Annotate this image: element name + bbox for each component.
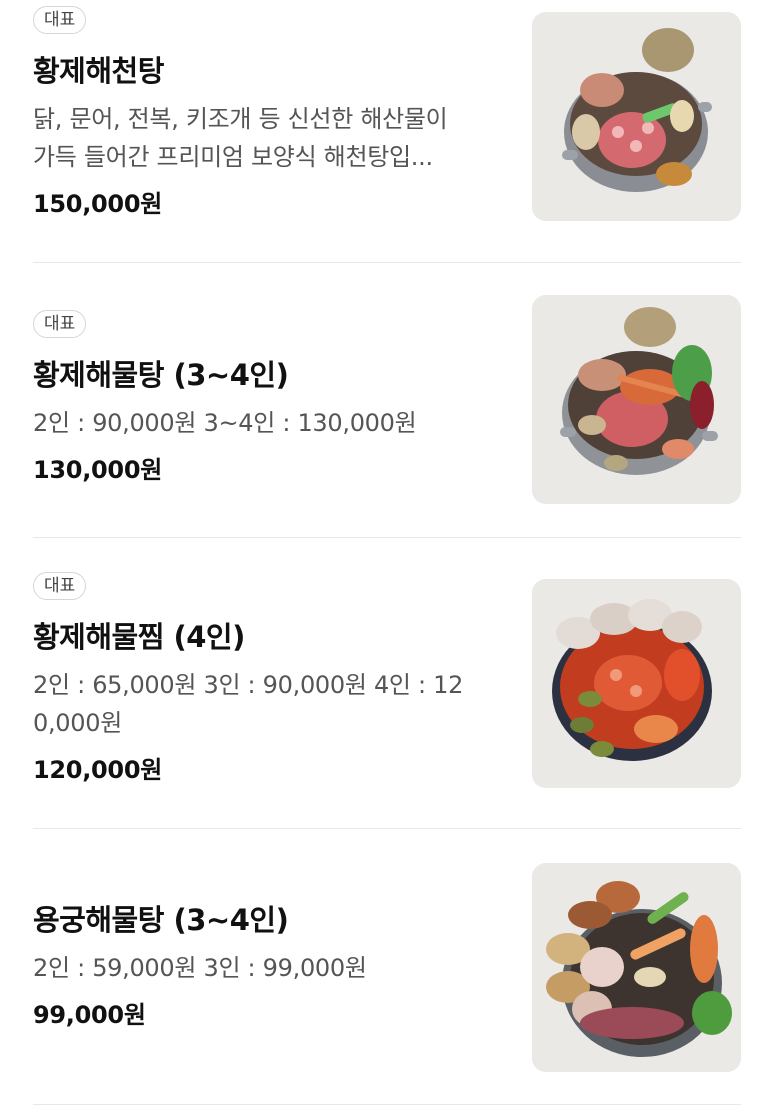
description-line: 2인 : 59,000원 3인 : 99,000원 — [33, 954, 367, 982]
menu-item-description: 2인 : 65,000원 3인 : 90,000원 4인 : 12 0,000원 — [33, 666, 503, 742]
menu-item-price: 99,000원 — [33, 1001, 146, 1029]
menu-item[interactable]: 대표 황제해물찜 (4인) 2인 : 65,000원 3인 : 90,000원 … — [0, 538, 773, 828]
braised-seafood-photo-icon[interactable] — [532, 579, 741, 788]
menu-item-name: 황제해천탕 — [33, 54, 164, 88]
menu-item[interactable]: 대표 황제해물탕 (3~4인) 2인 : 90,000원 3~4인 : 130,… — [0, 263, 773, 537]
dragon-palace-seafood-photo-icon[interactable] — [532, 863, 741, 1072]
representative-badge: 대표 — [33, 572, 87, 600]
seafood-stew-photo-icon[interactable] — [532, 295, 741, 504]
menu-item-name: 황제해물탕 (3~4인) — [33, 358, 289, 392]
description-line: 2인 : 65,000원 3인 : 90,000원 4인 : 12 — [33, 671, 464, 699]
representative-badge: 대표 — [33, 6, 87, 34]
representative-badge: 대표 — [33, 310, 87, 338]
menu-item[interactable]: 대표 황제해천탕 닭, 문어, 전복, 키조개 등 신선한 해산물이 가득 들어… — [0, 0, 773, 262]
description-line: 0,000원 — [33, 709, 122, 737]
description-line: 닭, 문어, 전복, 키조개 등 신선한 해산물이 — [33, 105, 448, 133]
menu-item-price: 150,000원 — [33, 190, 162, 218]
menu-item-price: 120,000원 — [33, 756, 162, 784]
menu-item[interactable]: 용궁해물탕 (3~4인) 2인 : 59,000원 3인 : 99,000원 9… — [0, 829, 773, 1105]
menu-item-description: 2인 : 90,000원 3~4인 : 130,000원 — [33, 404, 503, 442]
seafood-hotpot-photo-icon[interactable] — [532, 12, 741, 221]
menu-item-text: 용궁해물탕 (3~4인) 2인 : 59,000원 3인 : 99,000원 9… — [33, 897, 503, 1030]
menu-item-text: 대표 황제해물탕 (3~4인) 2인 : 90,000원 3~4인 : 130,… — [33, 310, 503, 485]
menu-item-text: 대표 황제해천탕 닭, 문어, 전복, 키조개 등 신선한 해산물이 가득 들어… — [33, 6, 503, 219]
menu-item-name: 황제해물찜 (4인) — [33, 620, 245, 654]
menu-item-description: 2인 : 59,000원 3인 : 99,000원 — [33, 949, 503, 987]
menu-list: 대표 황제해천탕 닭, 문어, 전복, 키조개 등 신선한 해산물이 가득 들어… — [0, 0, 773, 1105]
description-line: 가득 들어간 프리미엄 보양식 해천탕입... — [33, 143, 433, 171]
menu-item-description: 닭, 문어, 전복, 키조개 등 신선한 해산물이 가득 들어간 프리미엄 보양… — [33, 100, 503, 176]
menu-item-text: 대표 황제해물찜 (4인) 2인 : 65,000원 3인 : 90,000원 … — [33, 572, 503, 785]
menu-item-price: 130,000원 — [33, 456, 162, 484]
menu-item-name: 용궁해물탕 (3~4인) — [33, 903, 289, 937]
description-line: 2인 : 90,000원 3~4인 : 130,000원 — [33, 409, 417, 437]
